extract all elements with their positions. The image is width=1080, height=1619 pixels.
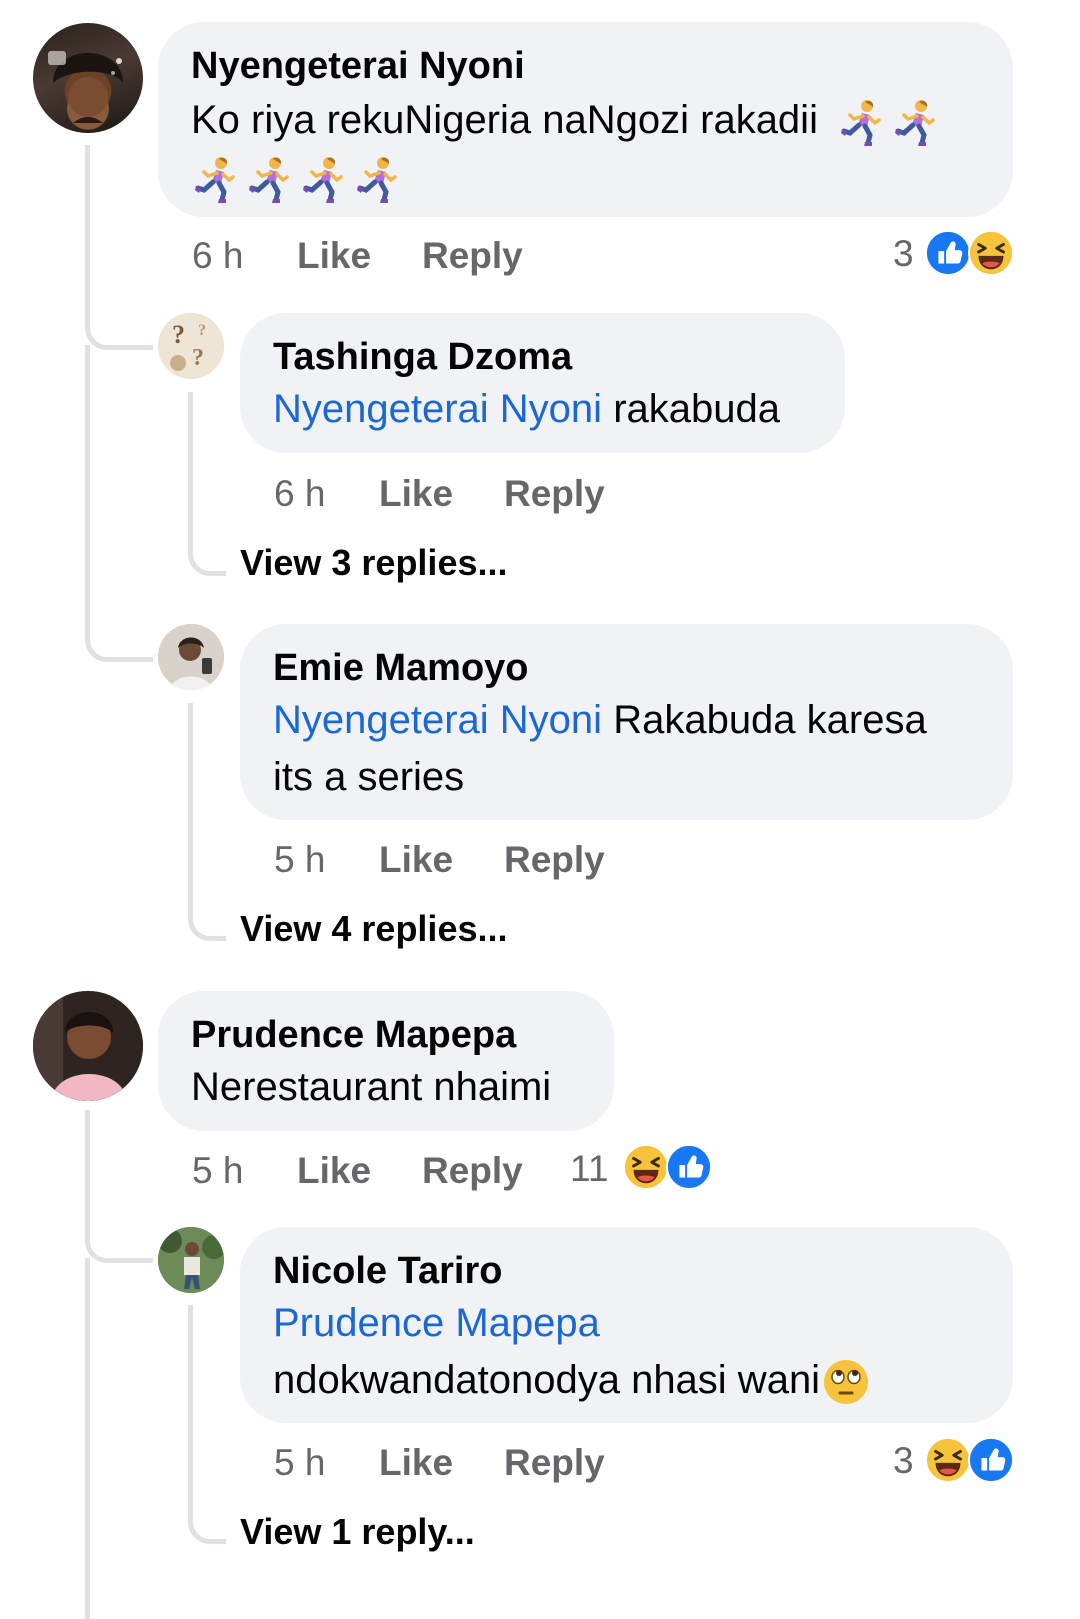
like-icon (666, 1144, 712, 1190)
comment-author[interactable]: Nyengeterai Nyoni (191, 44, 980, 88)
like-button[interactable]: Like (297, 1150, 371, 1192)
thread-connector-view-1 (188, 530, 226, 576)
like-icon (968, 1437, 1014, 1483)
mention-link[interactable]: Prudence Mapepa (273, 1301, 600, 1345)
svg-text:?: ? (192, 345, 204, 371)
reply-button[interactable]: Reply (504, 1442, 605, 1484)
comment-text: Ko riya rekuNigeria naNgozi rakadii (191, 92, 980, 206)
avatar[interactable] (158, 1227, 224, 1293)
laughing-face-icon (623, 1144, 669, 1190)
comment-bubble[interactable]: Emie Mamoyo Nyengeterai Nyoni Rakabuda k… (240, 624, 1013, 820)
reaction-count[interactable]: 3 (893, 1440, 914, 1482)
like-button[interactable]: Like (379, 839, 453, 881)
comment-bubble[interactable]: Nyengeterai Nyoni Ko riya rekuNigeria na… (158, 22, 1013, 217)
mention-link[interactable]: Nyengeterai Nyoni (273, 698, 602, 742)
comment-text: Nerestaurant nhaimi (191, 1065, 552, 1109)
thread-line-main (85, 145, 90, 310)
comment-text-body: Ko riya rekuNigeria naNgozi rakadii (191, 98, 818, 142)
comment-text-body: its a series (273, 755, 465, 799)
thread-connector-view-3 (188, 1498, 226, 1544)
comment-text: Nyengeterai Nyoni Rakabuda karesa its a … (273, 692, 980, 806)
comment-text-body: rakabuda (613, 387, 780, 431)
like-button[interactable]: Like (379, 473, 453, 515)
thread-line-reply-3 (188, 1305, 193, 1505)
view-replies-link[interactable]: View 1 reply... (240, 1511, 475, 1553)
comment-time[interactable]: 5 h (192, 1150, 243, 1192)
comment-bubble[interactable]: Tashinga Dzoma Nyengeterai Nyoni rakabud… (240, 313, 845, 453)
svg-text:?: ? (172, 320, 185, 349)
thread-line-reply-1 (188, 392, 193, 542)
svg-text:?: ? (198, 322, 206, 339)
thread-line-main-2 (85, 1110, 90, 1230)
mention-link[interactable]: Nyengeterai Nyoni (273, 387, 602, 431)
thread-connector-2 (85, 610, 153, 662)
comment-time[interactable]: 6 h (274, 473, 325, 515)
comment-text: Prudence Mapepa ndokwandatonodya nhasi w… (273, 1295, 980, 1409)
like-icon (925, 230, 971, 276)
comment-time[interactable]: 5 h (274, 839, 325, 881)
reply-button[interactable]: Reply (504, 473, 605, 515)
like-button[interactable]: Like (379, 1442, 453, 1484)
comment-text-body: ndokwandatonodya nhasi wani (273, 1358, 821, 1402)
thread-line-reply-2 (188, 703, 193, 903)
comment-bubble[interactable]: Nicole Tariro Prudence Mapepa ndokwandat… (240, 1227, 1013, 1423)
comment-text: Nyengeterai Nyoni rakabuda (273, 381, 812, 438)
comment-author[interactable]: Nicole Tariro (273, 1249, 980, 1293)
comment-text-body: Rakabuda karesa (613, 698, 927, 742)
comment-author[interactable]: Prudence Mapepa (191, 1013, 581, 1057)
thread-line-main-2 (85, 1258, 90, 1619)
thread-connector-view-2 (188, 895, 226, 941)
reaction-count[interactable]: 11 (570, 1148, 608, 1190)
reply-button[interactable]: Reply (504, 839, 605, 881)
reply-button[interactable]: Reply (422, 1150, 523, 1192)
laughing-face-icon (968, 230, 1014, 276)
face-with-rolling-eyes-emoji (822, 1358, 870, 1406)
woman-running-emoji (191, 155, 401, 199)
comment-author[interactable]: Tashinga Dzoma (273, 335, 812, 379)
view-replies-link[interactable]: View 4 replies... (240, 908, 508, 950)
avatar[interactable]: ? ? ? (158, 313, 224, 379)
avatar[interactable] (33, 23, 143, 133)
thread-line-main (85, 345, 90, 625)
view-replies-link[interactable]: View 3 replies... (240, 542, 508, 584)
like-button[interactable]: Like (297, 235, 371, 277)
comment-author[interactable]: Emie Mamoyo (273, 646, 980, 690)
comment-time[interactable]: 6 h (192, 235, 243, 277)
thread-connector-3 (85, 1215, 153, 1263)
avatar[interactable] (158, 624, 224, 690)
thread-connector-1 (85, 300, 153, 350)
reaction-count[interactable]: 3 (893, 233, 914, 275)
reply-button[interactable]: Reply (422, 235, 523, 277)
laughing-face-icon (925, 1437, 971, 1483)
avatar[interactable] (33, 991, 143, 1101)
comment-bubble[interactable]: Prudence Mapepa Nerestaurant nhaimi (158, 991, 614, 1131)
woman-running-emoji (837, 98, 939, 142)
comment-time[interactable]: 5 h (274, 1442, 325, 1484)
